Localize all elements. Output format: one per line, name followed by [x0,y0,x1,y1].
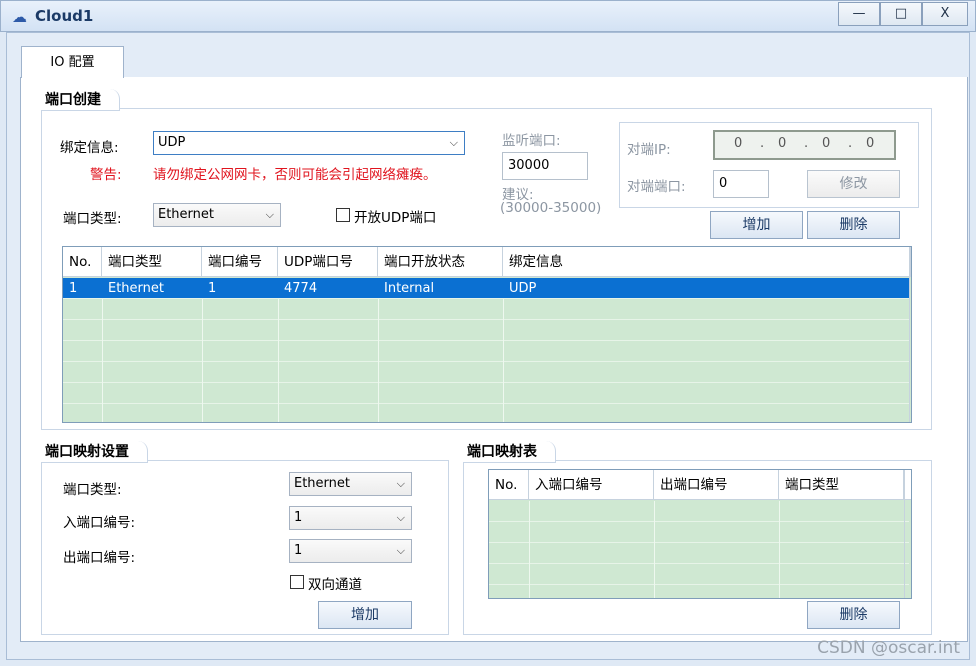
cell-open-state: Internal [384,281,435,296]
grid-line [102,299,103,422]
grid-line [654,501,655,598]
mapping-settings-title: 端口映射设置 [41,441,148,463]
tab-io-config[interactable]: IO 配置 [21,46,124,78]
delete-mapping-button[interactable]: 删除 [807,601,900,629]
watermark: CSDN @oscar.int [817,638,960,658]
bind-info-select[interactable]: UDP ⌵ [153,131,465,155]
chevron-down-icon: ⌵ [396,544,405,557]
col-header[interactable]: 入端口编号 [529,470,654,500]
listen-port-input[interactable]: 30000 [502,152,588,180]
cell-udp-port: 4774 [284,281,318,296]
grid-line [202,299,203,422]
empty-row [489,501,909,522]
listen-port-label: 监听端口: [502,133,561,149]
col-header[interactable]: 端口开放状态 [378,247,503,277]
out-port-value: 1 [294,543,303,558]
map-port-type-select[interactable]: Ethernet ⌵ [289,472,412,496]
port-type-select[interactable]: Ethernet ⌵ [153,203,281,227]
col-header[interactable]: 绑定信息 [503,247,911,277]
grid-line [378,299,379,422]
maximize-button[interactable]: □ [880,2,922,26]
grid-line [278,299,279,422]
add-mapping-button[interactable]: 增加 [318,601,412,629]
mapping-table: No. 入端口编号 出端口编号 端口类型 [488,469,912,599]
cell-no: 1 [69,281,78,296]
empty-row [489,522,909,543]
ip-octet-3: 0 [822,136,831,151]
mapping-table-title: 端口映射表 [463,441,556,463]
port-create-title: 端口创建 [41,89,120,111]
map-port-type-label: 端口类型: [63,482,122,498]
peer-ip-label: 对端IP: [627,142,671,158]
col-header[interactable]: No. [489,470,529,500]
empty-row [63,362,909,383]
peer-port-input[interactable]: 0 [713,170,769,198]
bind-info-label: 绑定信息: [60,140,119,156]
in-port-select[interactable]: 1 ⌵ [289,506,412,530]
cell-port-type: Ethernet [108,281,164,296]
ip-dot: . [848,136,853,151]
add-port-button[interactable]: 增加 [710,211,803,239]
cell-port-number: 1 [208,281,217,296]
close-button[interactable]: X [922,2,968,26]
chevron-down-icon: ⌵ [265,208,274,221]
col-header[interactable]: 端口编号 [202,247,278,277]
warning-text: 请勿绑定公网网卡，否则可能会引起网络瘫痪。 [153,167,437,183]
bind-info-value: UDP [158,135,186,150]
modify-button[interactable]: 修改 [807,170,900,198]
minimize-button[interactable]: — [838,2,880,26]
in-port-value: 1 [294,510,303,525]
empty-row [63,299,909,320]
empty-row [489,543,909,564]
ip-octet-4: 0 [866,136,875,151]
empty-row [63,320,909,341]
grid-line [904,470,905,598]
grid-line [529,501,530,598]
empty-row [489,564,909,585]
ip-dot: . [760,136,765,151]
map-port-type-value: Ethernet [294,476,350,491]
cloud-app-icon: ☁ [12,8,27,26]
ip-dot: . [804,136,809,151]
empty-row [63,404,909,422]
out-port-label: 出端口编号: [63,550,136,566]
window-title: Cloud1 [35,7,94,25]
grid-line [779,501,780,598]
delete-port-button[interactable]: 删除 [807,211,900,239]
open-udp-checkbox[interactable] [336,208,350,222]
chevron-down-icon: ⌵ [396,477,405,490]
warning-label: 警告: [90,167,122,183]
peer-ip-input[interactable]: 0 . 0 . 0 . 0 [713,130,896,160]
bidirectional-label: 双向通道 [308,577,362,593]
bidirectional-checkbox[interactable] [290,575,304,589]
port-type-value: Ethernet [158,207,214,222]
grid-line [909,247,910,422]
col-header[interactable]: No. [63,247,102,277]
chevron-down-icon: ⌵ [396,511,405,524]
col-header[interactable]: 出端口编号 [654,470,779,500]
suggest-range: (30000-35000) [500,200,602,216]
open-udp-label: 开放UDP端口 [354,210,437,226]
mapping-table-header: No. 入端口编号 出端口编号 端口类型 [489,470,911,500]
ip-octet-1: 0 [734,136,743,151]
chevron-down-icon: ⌵ [449,136,458,149]
empty-row [63,341,909,362]
out-port-select[interactable]: 1 ⌵ [289,539,412,563]
empty-row [63,383,909,404]
port-table: No. 端口类型 端口编号 UDP端口号 端口开放状态 绑定信息 1 Ether… [62,246,912,423]
in-port-label: 入端口编号: [63,515,136,531]
title-bar [0,0,976,32]
table-row[interactable]: 1 Ethernet 1 4774 Internal UDP [63,278,909,299]
grid-line [503,299,504,422]
col-header[interactable]: UDP端口号 [278,247,378,277]
cell-bind-info: UDP [509,281,537,296]
ip-octet-2: 0 [778,136,787,151]
port-table-header: No. 端口类型 端口编号 UDP端口号 端口开放状态 绑定信息 [63,247,911,277]
col-header[interactable]: 端口类型 [779,470,904,500]
port-type-label: 端口类型: [63,211,122,227]
peer-port-label: 对端端口: [627,179,686,195]
col-header[interactable]: 端口类型 [102,247,202,277]
